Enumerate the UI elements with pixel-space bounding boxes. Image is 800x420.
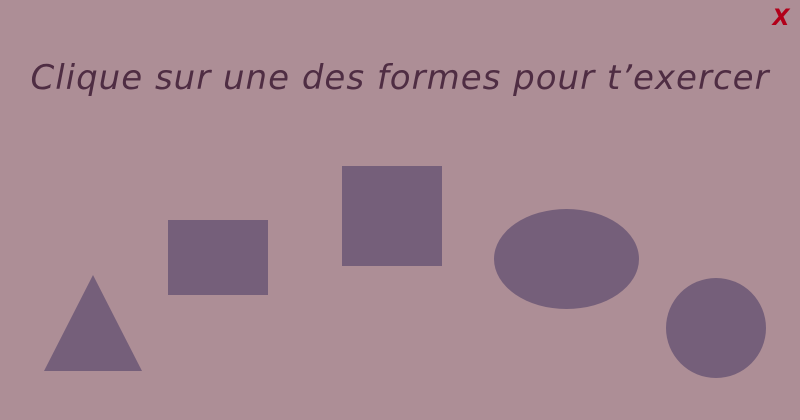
- page-title: Clique sur une des formes pour t’exercer: [30, 58, 770, 98]
- triangle-shape[interactable]: [44, 275, 142, 371]
- circle-shape[interactable]: [666, 278, 766, 378]
- square-shape[interactable]: [342, 166, 442, 266]
- close-button[interactable]: X: [770, 6, 792, 32]
- rectangle-shape[interactable]: [168, 220, 268, 295]
- ellipse-shape[interactable]: [494, 209, 639, 309]
